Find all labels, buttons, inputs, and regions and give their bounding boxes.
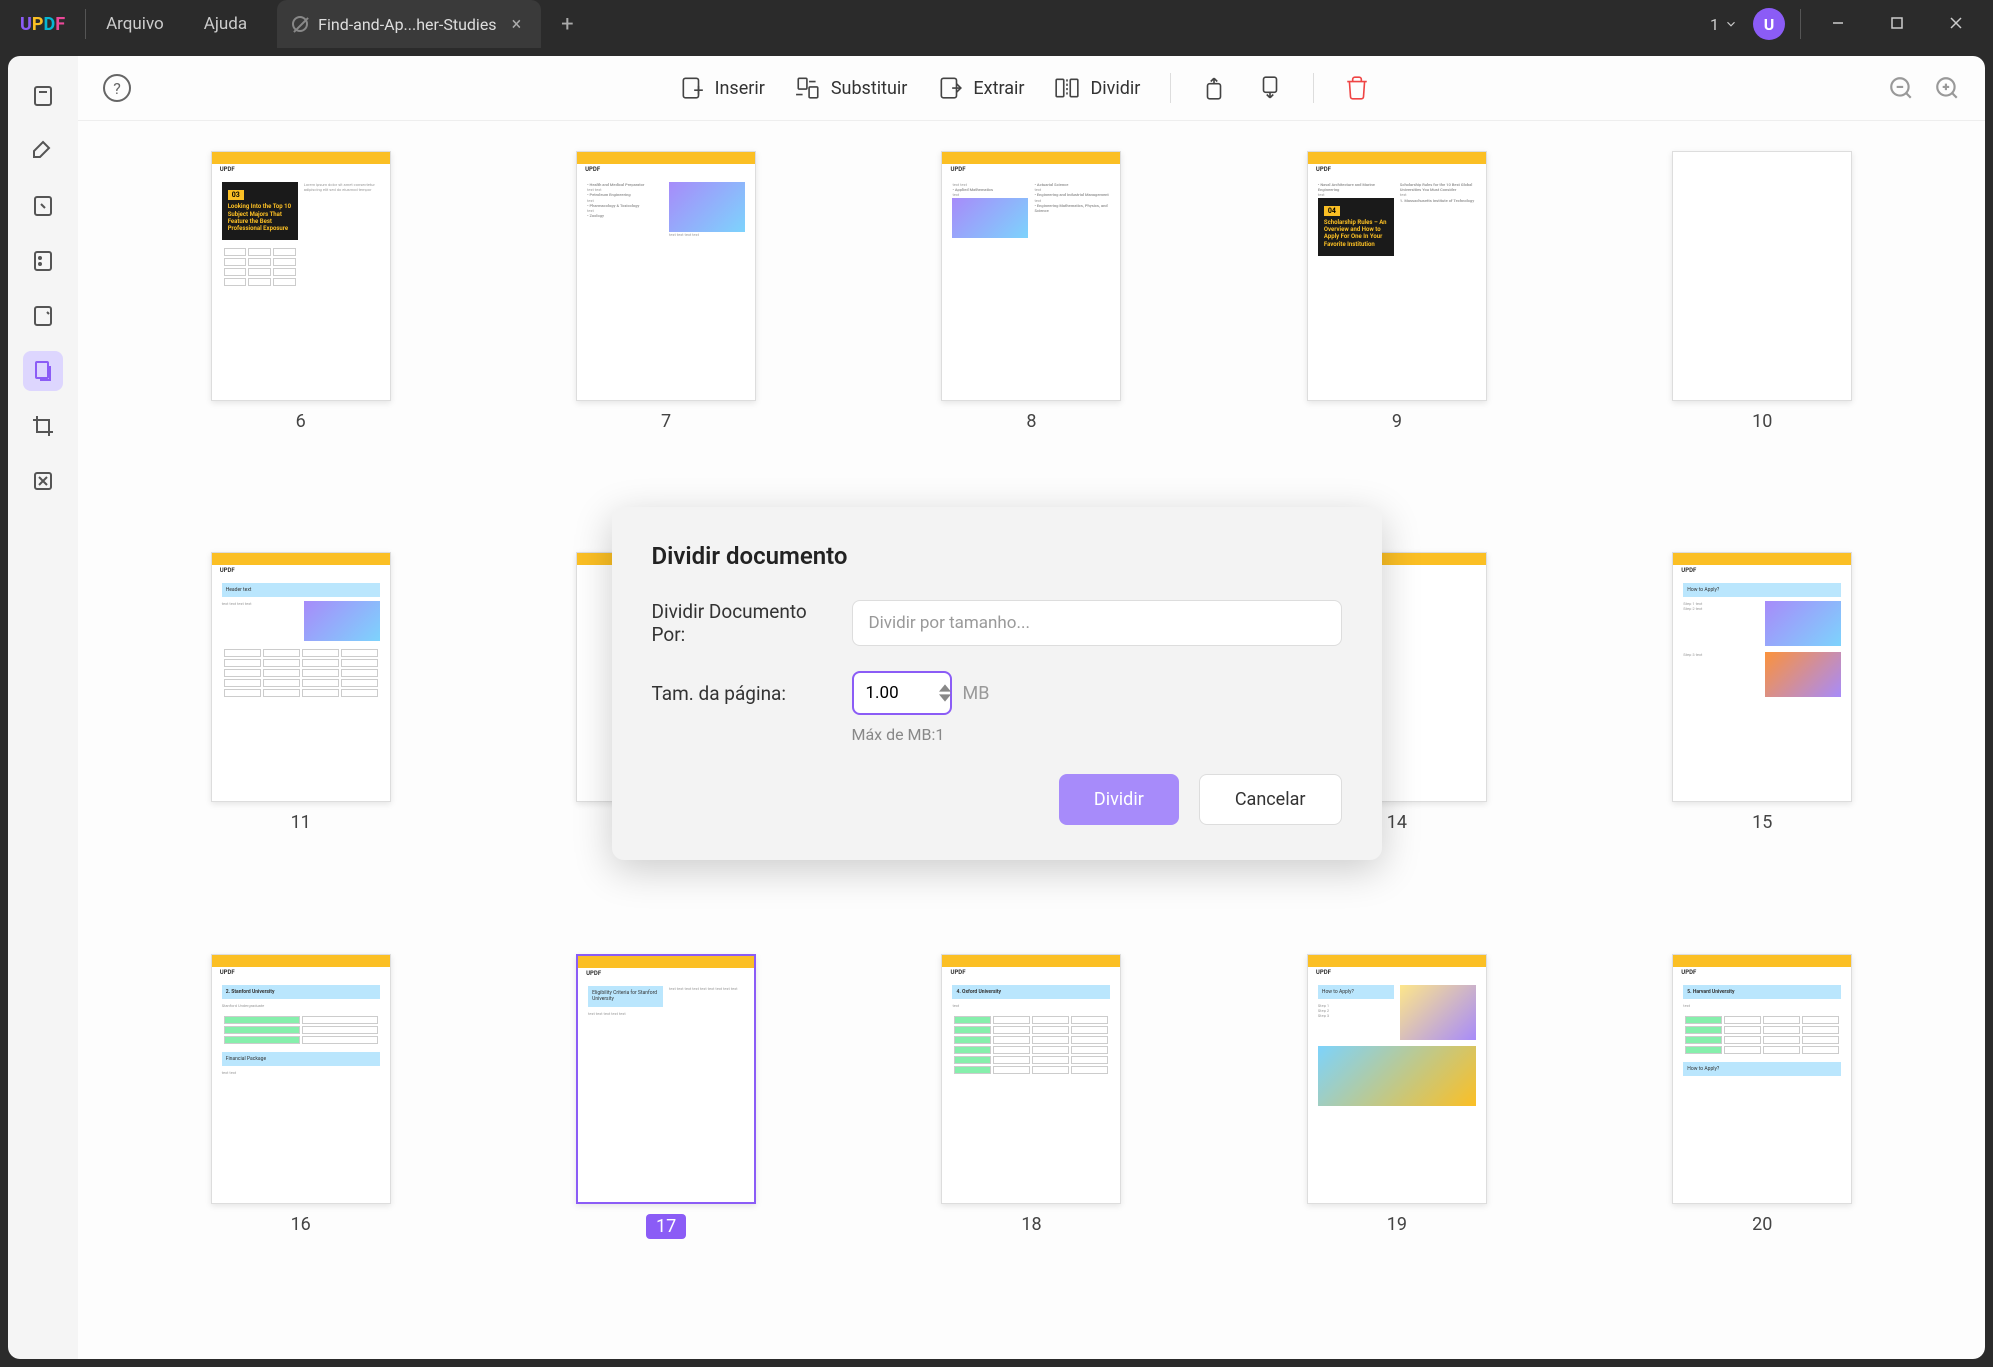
- zoom-in-icon: [1934, 75, 1960, 101]
- shield-icon: [31, 304, 55, 328]
- page-thumb[interactable]: UPDF Header texttext text text text 11: [211, 552, 391, 923]
- close-icon: [1949, 16, 1963, 30]
- new-tab-button[interactable]: +: [541, 12, 593, 37]
- page-thumb[interactable]: UPDF Eligibility Criteria for Stanford U…: [576, 954, 756, 1329]
- sidebar-organize[interactable]: [23, 351, 63, 391]
- rotate-right-icon: [1257, 75, 1283, 101]
- page-thumb[interactable]: 10: [1672, 151, 1852, 522]
- cancel-button[interactable]: Cancelar: [1199, 774, 1342, 825]
- title-bar: UPDF Arquivo Ajuda Find-and-Ap...her-Stu…: [0, 0, 1993, 48]
- stepper-down[interactable]: [939, 693, 951, 703]
- edit-icon: [31, 194, 55, 218]
- maximize-icon: [1890, 16, 1904, 30]
- split-icon: [1054, 75, 1080, 101]
- document-tab[interactable]: Find-and-Ap...her-Studies ×: [277, 0, 541, 48]
- rotate-right-button[interactable]: [1257, 75, 1283, 101]
- menu-file[interactable]: Arquivo: [86, 14, 184, 34]
- insert-button[interactable]: Inserir: [679, 75, 765, 101]
- page-size-label: Tam. da página:: [652, 682, 832, 705]
- sidebar: [8, 56, 78, 1359]
- zoom-out-icon: [1888, 75, 1914, 101]
- rotate-left-icon: [1201, 75, 1227, 101]
- page-thumb[interactable]: UPDF How to Apply?Step 1Step 2Step 3 19: [1307, 954, 1487, 1329]
- watermark-icon: [31, 469, 55, 493]
- page-thumb[interactable]: UPDF • Naval Architecture and Marine Eng…: [1307, 151, 1487, 522]
- extract-icon: [937, 75, 963, 101]
- crop-icon: [31, 414, 55, 438]
- page-thumb[interactable]: UPDF • Health and Medical Preparatortext…: [576, 151, 756, 522]
- zoom-in-button[interactable]: [1934, 75, 1960, 101]
- sidebar-watermark[interactable]: [23, 461, 63, 501]
- pages-icon: [31, 359, 55, 383]
- replace-button[interactable]: Substituir: [795, 75, 908, 101]
- split-button[interactable]: Dividir: [1054, 75, 1140, 101]
- page-thumb[interactable]: UPDF 4. Oxford Universitytext 18: [941, 954, 1121, 1329]
- max-hint: Máx de MB:1: [852, 725, 1342, 744]
- sidebar-edit[interactable]: [23, 186, 63, 226]
- user-avatar[interactable]: U: [1753, 8, 1785, 40]
- reader-icon: [31, 84, 55, 108]
- separator: [1313, 73, 1314, 103]
- modal-title: Dividir documento: [652, 542, 1342, 570]
- extract-button[interactable]: Extrair: [937, 75, 1024, 101]
- toolbar: ? Inserir Substituir Extrair Dividir: [78, 56, 1985, 121]
- unit-label: MB: [963, 683, 990, 704]
- sidebar-reader[interactable]: [23, 76, 63, 116]
- split-modal: Dividir documento Dividir Documento Por:…: [612, 507, 1382, 860]
- page-thumb[interactable]: UPDF 2. Stanford UniversityStanford Unde…: [211, 954, 391, 1329]
- highlighter-icon: [31, 139, 55, 163]
- page-indicator[interactable]: 1: [1710, 15, 1738, 34]
- app-logo: UPDF: [0, 14, 85, 35]
- page-thumb[interactable]: UPDF How to Apply?Step 1 textStep 2 text…: [1672, 552, 1852, 923]
- tab-close-button[interactable]: ×: [507, 14, 527, 35]
- minimize-icon: [1831, 16, 1845, 30]
- page-thumb[interactable]: UPDF text text• Applied Mathematicstext•…: [941, 151, 1121, 522]
- zoom-out-button[interactable]: [1888, 75, 1914, 101]
- page-size-input[interactable]: [852, 671, 952, 715]
- maximize-button[interactable]: [1875, 5, 1919, 44]
- chevron-down-icon: [1724, 17, 1738, 31]
- trash-icon: [1344, 75, 1370, 101]
- minimize-button[interactable]: [1816, 5, 1860, 44]
- insert-icon: [679, 75, 705, 101]
- stepper-up[interactable]: [939, 683, 951, 693]
- replace-icon: [795, 75, 821, 101]
- split-by-select[interactable]: Dividir por tamanho...: [852, 600, 1342, 646]
- page-thumb[interactable]: UPDF 5. Harvard UniversitytextHow to App…: [1672, 954, 1852, 1329]
- page-thumb[interactable]: UPDF 03Looking Into the Top 10 Subject M…: [211, 151, 391, 522]
- tab-doc-icon: [292, 16, 308, 32]
- tab-title: Find-and-Ap...her-Studies: [318, 15, 496, 34]
- menu-help[interactable]: Ajuda: [184, 14, 267, 34]
- help-button[interactable]: ?: [103, 74, 131, 102]
- sidebar-comment[interactable]: [23, 131, 63, 171]
- sidebar-protect[interactable]: [23, 296, 63, 336]
- split-by-label: Dividir Documento Por:: [652, 600, 832, 646]
- separator: [1170, 73, 1171, 103]
- split-confirm-button[interactable]: Dividir: [1059, 774, 1179, 825]
- form-icon: [31, 249, 55, 273]
- rotate-left-button[interactable]: [1201, 75, 1227, 101]
- divider: [1800, 9, 1801, 39]
- sidebar-crop[interactable]: [23, 406, 63, 446]
- delete-button[interactable]: [1344, 75, 1370, 101]
- sidebar-form[interactable]: [23, 241, 63, 281]
- close-button[interactable]: [1934, 5, 1978, 44]
